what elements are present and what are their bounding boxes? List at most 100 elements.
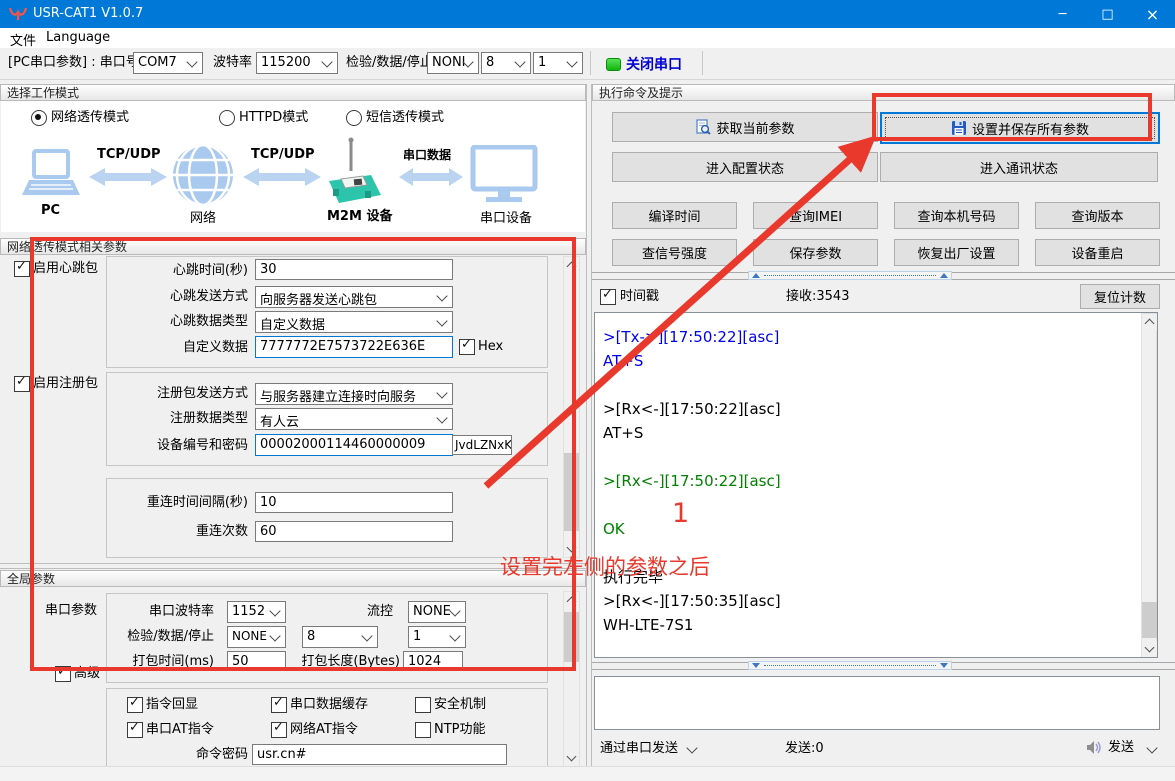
- radio-sms-label: 短信透传模式: [366, 110, 444, 126]
- query-imei-button[interactable]: 查询IMEI: [753, 202, 878, 229]
- chevron-down-icon: [1145, 643, 1155, 653]
- query-signal-button[interactable]: 查信号强度: [612, 239, 737, 266]
- reset-count-button[interactable]: 复位计数: [1080, 284, 1160, 309]
- custom-data-label: 自定义数据: [96, 340, 248, 356]
- global-params-scrollbar[interactable]: [563, 591, 580, 766]
- chevron-down-icon: [436, 387, 447, 398]
- scroll-down-button[interactable]: [1142, 641, 1157, 657]
- register-mode-select[interactable]: 与服务器建立连接时向服务: [255, 383, 453, 405]
- cmd-echo-checkbox[interactable]: [127, 697, 143, 713]
- serial-at-checkbox[interactable]: [127, 722, 143, 738]
- ntp-checkbox[interactable]: [415, 722, 431, 738]
- net-at-label: 网络AT指令: [290, 722, 358, 738]
- heartbeat-enable-label: 启用心跳包: [33, 261, 98, 277]
- send-via-dropdown[interactable]: 通过串口发送: [600, 741, 700, 759]
- register-type-select[interactable]: 有人云: [255, 408, 453, 430]
- minimize-button[interactable]: ─: [1040, 0, 1085, 28]
- register-enable-checkbox[interactable]: [14, 376, 30, 392]
- device-password-input[interactable]: JvdLZNxK: [452, 435, 512, 455]
- scroll-down-button[interactable]: [564, 541, 579, 557]
- scrollbar-thumb[interactable]: [1142, 602, 1157, 638]
- log-line: WH-LTE-7S1: [595, 613, 1157, 637]
- cmd-password-input[interactable]: usr.cn#: [252, 744, 507, 765]
- menu-file[interactable]: 文件: [10, 30, 36, 49]
- send-input-area[interactable]: [594, 676, 1160, 730]
- heartbeat-mode-select[interactable]: 向服务器发送心跳包: [255, 286, 453, 308]
- com-port-select[interactable]: COM7: [133, 52, 203, 74]
- compile-time-button[interactable]: 编译时间: [612, 202, 737, 229]
- serial-parity-select[interactable]: NONE: [227, 626, 286, 648]
- baud-select[interactable]: 115200: [256, 52, 338, 74]
- query-version-button[interactable]: 查询版本: [1035, 202, 1160, 229]
- chevron-down-icon: [269, 605, 280, 616]
- collapse-splitter[interactable]: [748, 271, 952, 280]
- serial-cache-checkbox[interactable]: [271, 697, 287, 713]
- query-number-button[interactable]: 查询本机号码: [894, 202, 1019, 229]
- enter-config-button[interactable]: 进入配置状态: [612, 152, 878, 182]
- pc-laptop-icon: [19, 149, 83, 201]
- network-label: 网络: [190, 211, 216, 227]
- device-id-input[interactable]: 00002000114460000009: [255, 434, 453, 456]
- reconnect-interval-input[interactable]: 10: [255, 492, 453, 513]
- enter-comm-button[interactable]: 进入通讯状态: [880, 152, 1158, 182]
- stopbits-select[interactable]: 1: [533, 52, 583, 74]
- pack-time-input[interactable]: 50: [227, 651, 286, 671]
- databits-select[interactable]: 8: [481, 52, 531, 74]
- net-at-checkbox[interactable]: [271, 722, 287, 738]
- pack-length-input[interactable]: 1024: [403, 651, 463, 671]
- chevron-down-icon: [436, 412, 447, 423]
- close-port-button[interactable]: 关闭串口: [600, 51, 696, 75]
- scroll-up-button[interactable]: [564, 592, 579, 608]
- parity-select[interactable]: NONI: [427, 52, 479, 74]
- heartbeat-type-select[interactable]: 自定义数据: [255, 311, 453, 333]
- scroll-up-button[interactable]: [1142, 314, 1157, 330]
- parity-data-stop-label: 检验/数据/停止: [346, 55, 433, 71]
- link1-label: TCP/UDP: [97, 147, 161, 163]
- log-area[interactable]: >[Tx->][17:50:22][asc] AT+S >[Rx<-][17:5…: [594, 312, 1158, 658]
- splitter-dots: [764, 665, 936, 666]
- radio-net-transparent-mode[interactable]: [31, 110, 47, 126]
- get-params-button[interactable]: 获取当前参数: [612, 112, 878, 142]
- serial-databits-select[interactable]: 8: [302, 626, 378, 648]
- net-params-scrollbar[interactable]: [563, 256, 580, 558]
- advanced-checkbox[interactable]: [55, 666, 71, 682]
- serial-at-label: 串口AT指令: [146, 722, 214, 738]
- radio-sms-mode[interactable]: [346, 110, 362, 126]
- safe-mechanism-checkbox[interactable]: [415, 697, 431, 713]
- serial-stopbits-select[interactable]: 1: [408, 626, 466, 648]
- log-line: >[Tx->][17:50:22][asc]: [595, 325, 1157, 349]
- maximize-button[interactable]: □: [1085, 0, 1130, 28]
- save-params-button[interactable]: 保存参数: [753, 239, 878, 266]
- log-scrollbar[interactable]: [1141, 313, 1157, 657]
- send-button[interactable]: 发送: [1086, 739, 1160, 759]
- serial-group-label: 串口参数: [45, 603, 97, 619]
- chevron-down-icon: [436, 315, 447, 326]
- serial-baud-select[interactable]: 115200: [227, 601, 286, 623]
- send-label: 发送: [1108, 740, 1134, 756]
- log-line: AT+S: [595, 421, 1157, 445]
- close-button[interactable]: ×: [1130, 0, 1175, 28]
- scrollbar-thumb[interactable]: [564, 453, 579, 531]
- factory-reset-button[interactable]: 恢复出厂设置: [894, 239, 1019, 266]
- radio-httpd-mode[interactable]: [219, 110, 235, 126]
- radio-net-transparent-label: 网络透传模式: [51, 110, 129, 126]
- device-restart-button[interactable]: 设备重启: [1035, 239, 1160, 266]
- timestamp-checkbox[interactable]: [600, 289, 616, 305]
- reconnect-count-input[interactable]: 60: [255, 521, 453, 542]
- flow-control-select[interactable]: NONE: [408, 601, 466, 623]
- menu-language[interactable]: Language: [46, 30, 110, 45]
- heartbeat-enable-checkbox[interactable]: [14, 261, 30, 277]
- collapse-splitter[interactable]: [748, 661, 952, 670]
- scroll-up-button[interactable]: [564, 257, 579, 273]
- panel-splitter[interactable]: [586, 84, 592, 766]
- arrow-bidirectional-icon: [243, 167, 321, 187]
- set-save-params-button[interactable]: 设置并保存所有参数: [880, 112, 1160, 144]
- serial-toolbar: [PC串口参数] : 串口号 COM7 波特率 115200 检验/数据/停止 …: [0, 48, 1175, 80]
- hex-checkbox[interactable]: [459, 339, 475, 355]
- chevron-down-icon: [186, 56, 197, 67]
- scrollbar-thumb[interactable]: [564, 612, 579, 662]
- register-enable-label: 启用注册包: [33, 376, 98, 392]
- heartbeat-time-input[interactable]: 30: [255, 259, 453, 280]
- custom-data-input[interactable]: 7777772E7573722E636E: [255, 336, 453, 358]
- scroll-down-button[interactable]: [564, 750, 579, 766]
